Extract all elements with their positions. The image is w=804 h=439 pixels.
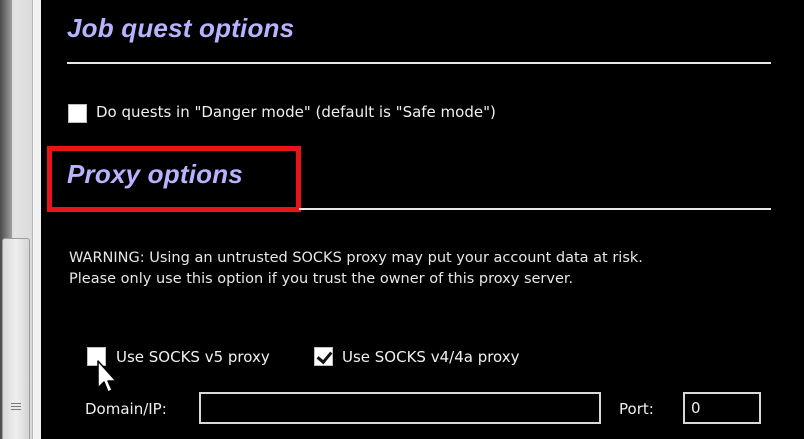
socks5-label[interactable]: Use SOCKS v5 proxy [116,348,270,366]
options-content: Job quest options Do quests in "Danger m… [41,0,804,439]
grip-icon [11,403,21,412]
job-quest-divider [67,62,771,64]
domain-ip-label: Domain/IP: [85,400,167,418]
proxy-warning-line1: WARNING: Using an untrusted SOCKS proxy … [69,250,643,266]
danger-mode-label[interactable]: Do quests in "Danger mode" (default is "… [96,103,496,121]
socks4-label[interactable]: Use SOCKS v4/4a proxy [342,348,520,366]
proxy-warning-line2: Please only use this option if you trust… [69,271,574,287]
scrollbar-track[interactable] [32,0,41,439]
danger-mode-checkbox[interactable] [68,104,87,123]
job-quest-options-title: Job quest options [67,13,295,43]
vertical-scrollbar[interactable] [0,0,41,439]
port-input[interactable] [683,392,761,424]
proxy-divider [299,208,771,210]
mouse-cursor-icon [97,360,117,393]
proxy-options-title: Proxy options [67,159,243,189]
port-label: Port: [619,400,654,418]
socks4-checkbox[interactable] [314,347,333,366]
scrollbar-thumb[interactable] [2,238,30,439]
domain-ip-input[interactable] [199,392,601,424]
settings-panel: Job quest options Do quests in "Danger m… [0,0,804,439]
